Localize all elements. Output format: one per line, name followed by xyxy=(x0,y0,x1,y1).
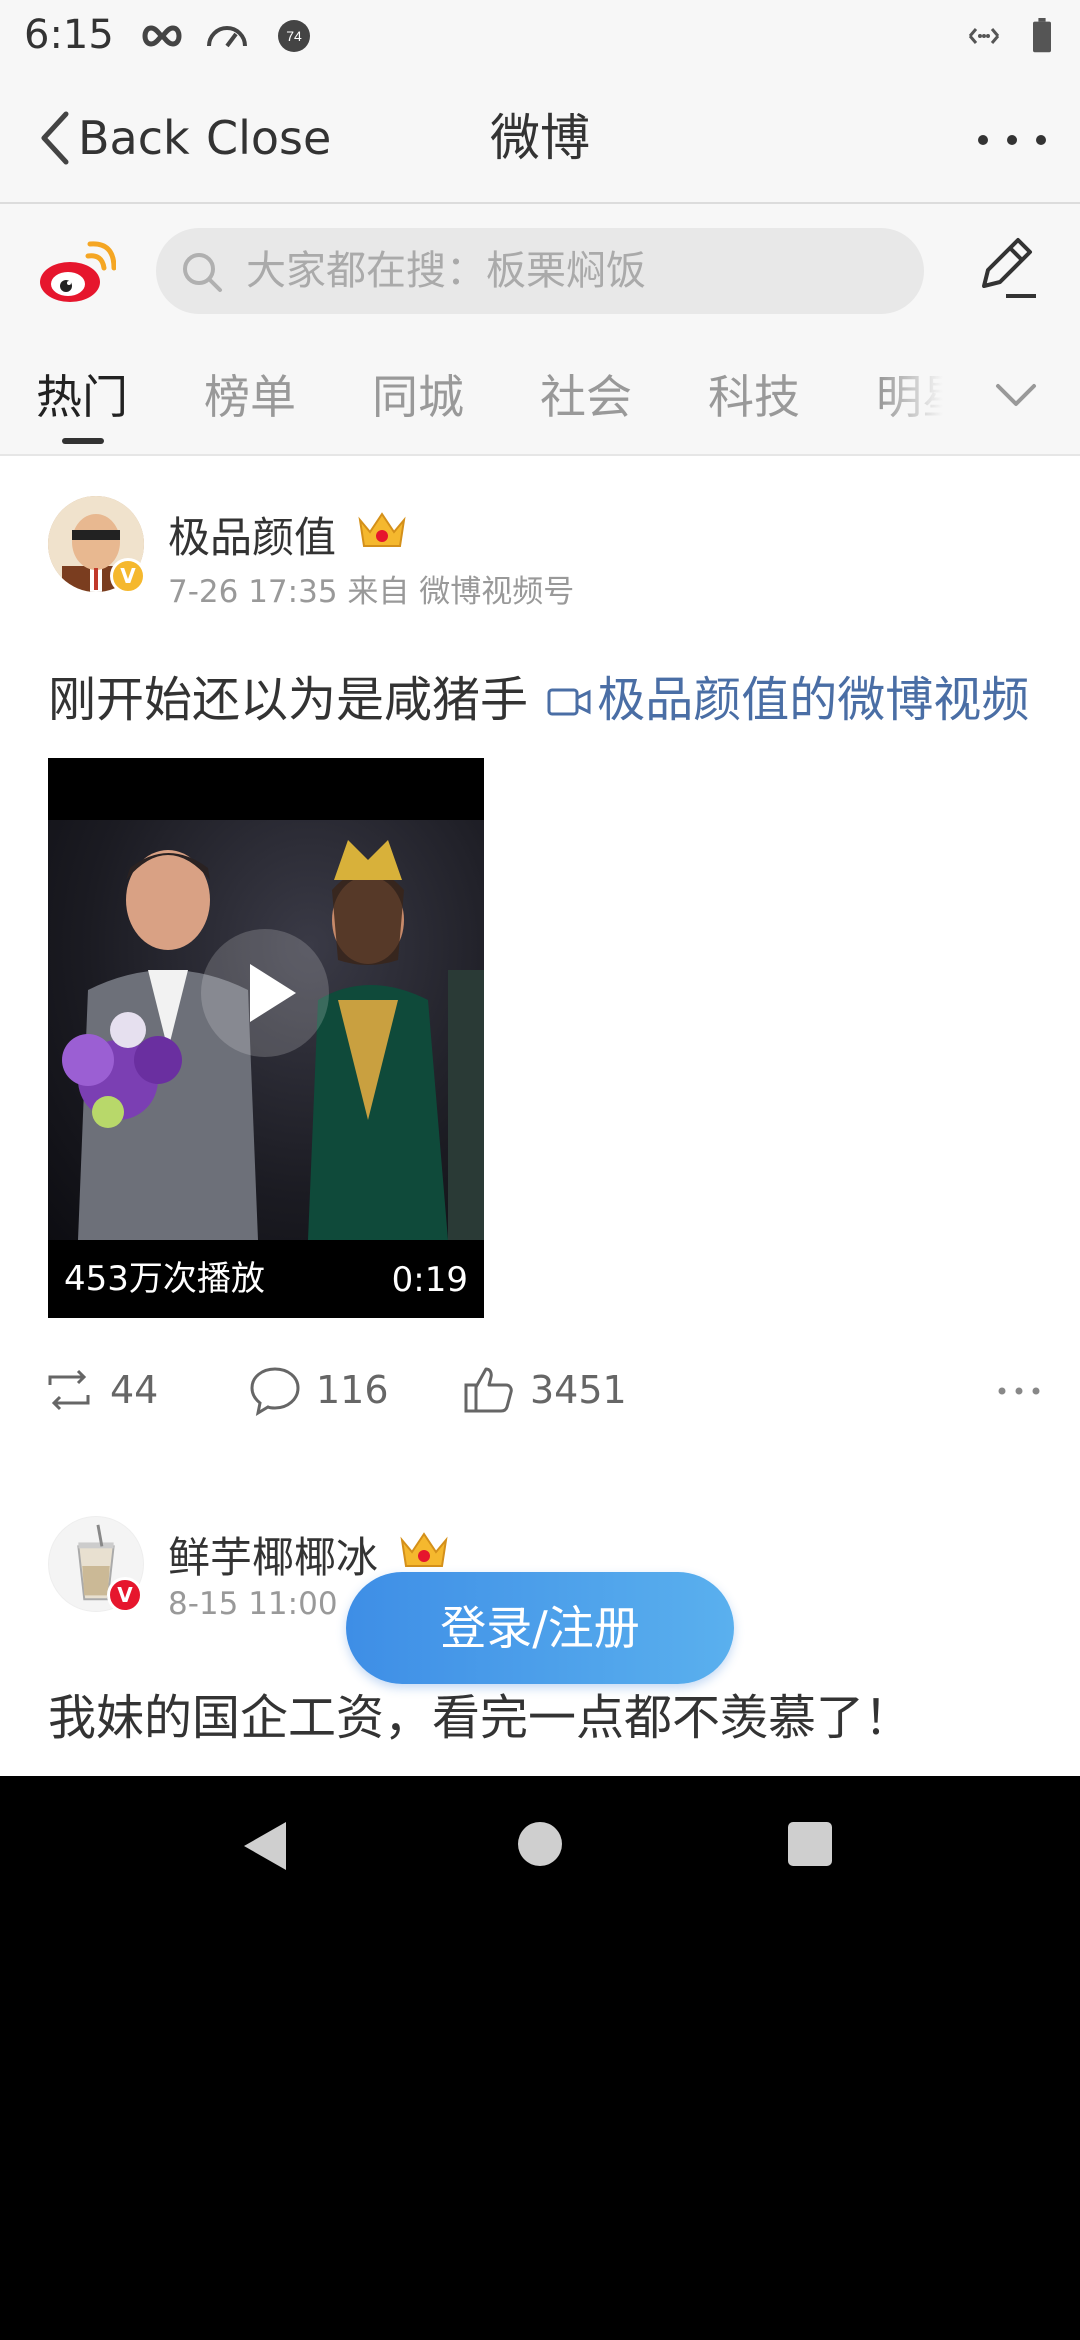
repost-count: 44 xyxy=(110,1368,159,1412)
verified-badge-icon: V xyxy=(110,558,146,594)
chevron-left-icon xyxy=(41,111,69,165)
system-home-icon[interactable] xyxy=(516,1820,564,1868)
back-label: Back xyxy=(78,111,190,165)
weibo-header: 大家都在搜：板栗焖饭 热门 榜单 同城 社会 科技 明星 xyxy=(0,204,1080,456)
system-nav-bar xyxy=(0,1776,1080,1916)
tabs-fade-overlay xyxy=(880,352,970,442)
tab-tech[interactable]: 科技 xyxy=(708,352,800,442)
thumbs-up-icon xyxy=(464,1367,513,1413)
compose-icon[interactable] xyxy=(970,232,1040,302)
login-register-button[interactable]: 登录/注册 xyxy=(346,1572,734,1684)
video-link-label: 极品颜值的微博视频 xyxy=(597,672,1030,728)
play-icon[interactable] xyxy=(200,928,330,1058)
battery-icon xyxy=(1033,18,1051,53)
video-thumbnail[interactable]: 453万次播放 0:19 xyxy=(48,758,484,1318)
more-dot-icon xyxy=(1007,135,1017,145)
video-duration: 0:19 xyxy=(391,1260,468,1300)
search-input[interactable]: 大家都在搜：板栗焖饭 xyxy=(156,228,924,314)
video-link[interactable]: 极品颜值的微博视频 xyxy=(543,672,1029,728)
avatar[interactable]: V xyxy=(48,496,146,594)
comment-icon xyxy=(250,1367,300,1417)
post-text: 我妹的国企工资，看完一点都不羡慕了！ xyxy=(48,1690,913,1746)
post-body: 刚开始还以为是咸猪手 xyxy=(48,672,529,728)
post-username[interactable]: 极品颜值 xyxy=(168,504,336,565)
notification-74-icon: 74 xyxy=(278,20,310,52)
like-count: 3451 xyxy=(530,1368,627,1412)
search-placeholder: 大家都在搜：板栗焖饭 xyxy=(246,248,646,294)
post-username[interactable]: 鲜芋椰椰冰 xyxy=(168,1524,378,1585)
close-button[interactable]: Close xyxy=(206,106,331,170)
crown-icon xyxy=(358,512,406,547)
tab-society[interactable]: 社会 xyxy=(540,352,632,442)
video-view-count: 453万次播放 xyxy=(64,1259,265,1299)
avatar[interactable]: V xyxy=(48,1516,144,1613)
more-options-button[interactable] xyxy=(972,112,1052,168)
svg-text:74: 74 xyxy=(286,28,302,44)
post-text: 刚开始还以为是咸猪手 极品颜值的微博视频 xyxy=(48,660,1029,730)
system-recents-icon[interactable] xyxy=(786,1820,834,1868)
video-camera-icon xyxy=(547,688,591,716)
post-meta: 7-26 17:35 来自 微博视频号 xyxy=(168,574,575,610)
webview-nav-bar: Back Close 微博 xyxy=(0,72,1080,204)
more-dot-icon xyxy=(978,135,988,145)
back-button[interactable]: Back xyxy=(36,106,190,170)
repost-icon xyxy=(48,1369,90,1411)
status-bar: 6:15 74 xyxy=(0,0,1080,72)
chevron-down-icon[interactable] xyxy=(990,368,1042,420)
tab-local[interactable]: 同城 xyxy=(372,352,464,442)
post-actions: 44 116 3451 xyxy=(0,1360,1080,1420)
infinity-icon xyxy=(142,25,182,47)
crown-icon xyxy=(400,1532,448,1567)
active-tab-indicator xyxy=(62,438,104,444)
more-dot-icon xyxy=(1036,135,1046,145)
data-arrows-icon xyxy=(968,28,1000,44)
verified-badge-icon: V xyxy=(107,1577,143,1613)
app-screen: 6:15 74 Back Close 微博 大家都在搜：板栗焖饭 热门 榜单 同… xyxy=(0,0,1080,1776)
status-time: 6:15 xyxy=(24,12,114,58)
weibo-logo-icon[interactable] xyxy=(36,236,116,306)
post-meta: 8-15 11:00 xyxy=(168,1586,338,1622)
comment-count: 116 xyxy=(316,1368,389,1412)
tab-ranking[interactable]: 榜单 xyxy=(204,352,296,442)
system-back-icon[interactable] xyxy=(238,1816,290,1876)
tab-hot[interactable]: 热门 xyxy=(36,352,128,442)
search-icon xyxy=(183,253,222,292)
speedometer-icon xyxy=(207,26,247,48)
more-horizontal-icon[interactable] xyxy=(994,1366,1044,1416)
like-button[interactable]: 3451 xyxy=(462,1360,627,1420)
comment-button[interactable]: 116 xyxy=(248,1360,389,1420)
repost-button[interactable]: 44 xyxy=(42,1360,158,1420)
